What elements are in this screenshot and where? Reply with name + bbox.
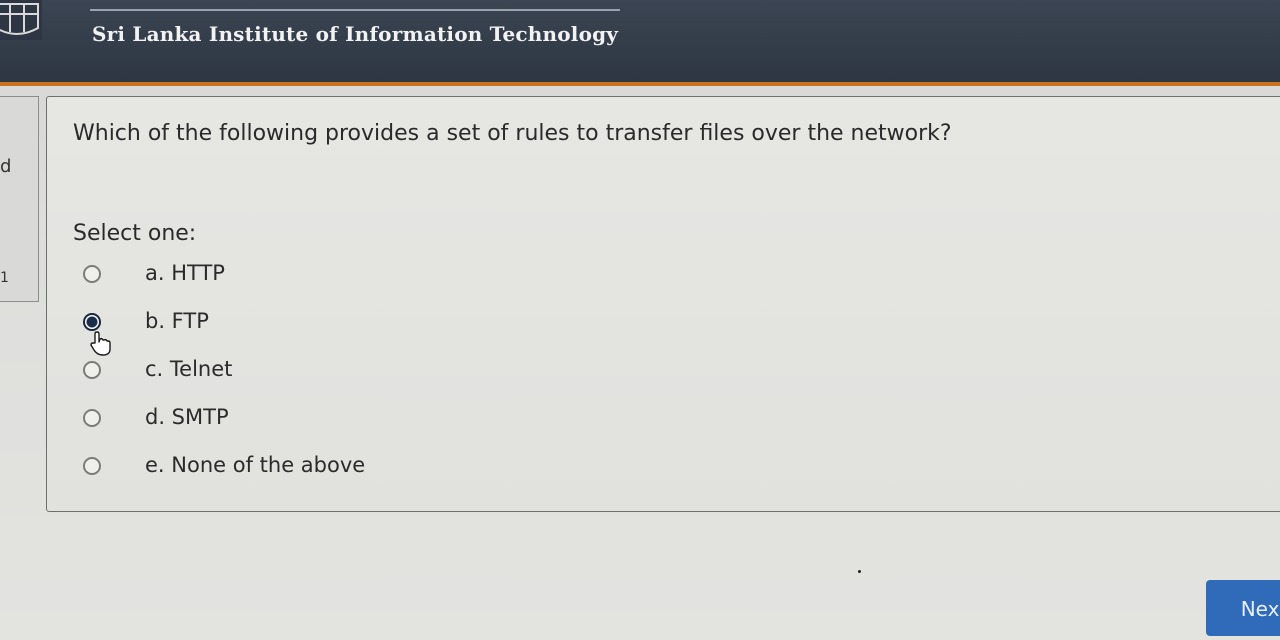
answer-option-d[interactable]: d. SMTP: [83, 405, 503, 435]
next-button[interactable]: Next: [1206, 580, 1280, 636]
answer-option-label: e. None of the above: [145, 453, 366, 477]
answer-option-label: c. Telnet: [145, 357, 233, 381]
answer-option-b[interactable]: b. FTP: [83, 309, 503, 339]
answer-option-e[interactable]: e. None of the above: [83, 453, 503, 483]
left-panel-text-fragment: d: [0, 156, 12, 177]
hand-pointer-cursor-icon: [90, 331, 111, 356]
radio-button-c[interactable]: [83, 361, 101, 379]
answer-option-a[interactable]: a. HTTP: [83, 261, 503, 291]
answer-option-c[interactable]: c. Telnet: [83, 357, 503, 387]
select-one-prompt: Select one:: [73, 221, 197, 246]
site-header: Sri Lanka Institute of Information Techn…: [0, 0, 1280, 86]
question-card: Which of the following provides a set of…: [46, 96, 1280, 512]
institute-title: Sri Lanka Institute of Information Techn…: [92, 22, 619, 46]
header-divider: [90, 9, 620, 11]
answer-option-label: d. SMTP: [145, 405, 229, 429]
screen-speck: [858, 570, 861, 573]
left-panel-text-fragment: 1: [0, 270, 9, 286]
answer-option-label: b. FTP: [145, 309, 209, 333]
radio-button-d[interactable]: [83, 409, 101, 427]
radio-button-a[interactable]: [83, 265, 101, 283]
quiz-page: Sri Lanka Institute of Information Techn…: [0, 0, 1280, 640]
radio-button-e[interactable]: [83, 457, 101, 475]
question-text: Which of the following provides a set of…: [73, 121, 952, 146]
answer-option-label: a. HTTP: [145, 261, 225, 285]
institute-logo-icon: [0, 0, 42, 40]
